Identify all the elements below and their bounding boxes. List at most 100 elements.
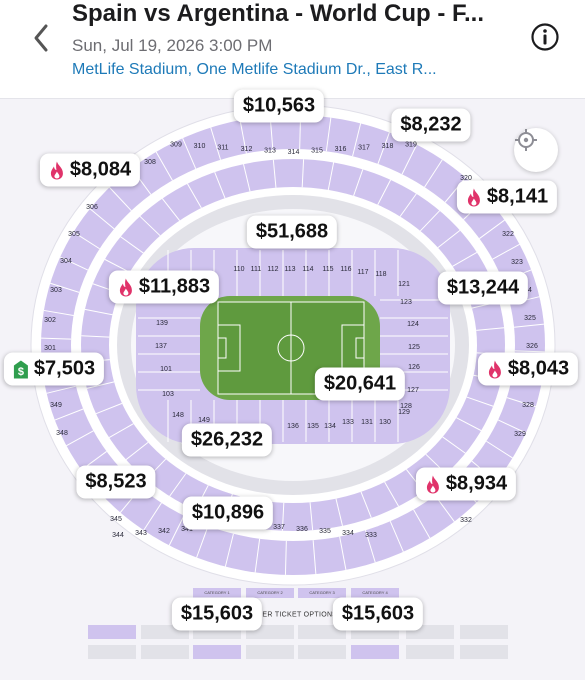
section-label[interactable]: 305 xyxy=(68,231,80,238)
section-label[interactable]: 317 xyxy=(358,144,370,151)
price-pin[interactable]: $15,603 xyxy=(332,597,424,631)
section-label[interactable]: 114 xyxy=(302,266,313,273)
back-button[interactable] xyxy=(26,20,56,56)
section-label[interactable]: 329 xyxy=(514,431,526,438)
section-label[interactable]: 334 xyxy=(342,530,354,537)
price-pin[interactable]: $13,244 xyxy=(437,271,529,305)
venue-link[interactable]: MetLife Stadium, One Metlife Stadium Dr.… xyxy=(72,61,522,79)
other-ticket-options-grid[interactable]: CATEGORY 1 CATEGORY 2 CATEGORY 3 CATEGORY 4 xyxy=(88,588,508,659)
section-label[interactable]: 348 xyxy=(56,430,68,437)
section-label[interactable]: 124 xyxy=(407,321,419,328)
section-label[interactable]: 310 xyxy=(194,143,206,150)
section-label[interactable]: 318 xyxy=(382,143,394,150)
section-label[interactable]: 308 xyxy=(144,159,156,166)
section-label[interactable]: 302 xyxy=(44,317,56,324)
fire-icon xyxy=(466,187,482,207)
section-label[interactable]: 101 xyxy=(160,366,172,373)
ticket-option-cell[interactable] xyxy=(406,645,454,659)
section-label[interactable]: 301 xyxy=(44,345,56,352)
section-label[interactable]: 118 xyxy=(375,271,386,278)
price-pin[interactable]: $20,641 xyxy=(314,367,406,401)
section-label[interactable]: 139 xyxy=(156,320,168,327)
section-label[interactable]: 113 xyxy=(284,266,295,273)
price-text: $15,603 xyxy=(180,602,254,625)
section-label[interactable]: 337 xyxy=(273,524,285,531)
section-label[interactable]: 322 xyxy=(502,231,514,238)
ticket-option-cell[interactable] xyxy=(460,625,508,639)
price-pin[interactable]: $8,232 xyxy=(391,108,471,142)
section-label[interactable]: 345 xyxy=(110,516,122,523)
section-label[interactable]: 319 xyxy=(405,141,417,148)
section-label[interactable]: 306 xyxy=(86,204,98,211)
section-label[interactable]: 332 xyxy=(460,517,472,524)
section-label[interactable]: 326 xyxy=(526,343,538,350)
price-pin[interactable]: $8,523 xyxy=(76,465,156,499)
section-label[interactable]: 336 xyxy=(296,526,308,533)
section-label[interactable]: 328 xyxy=(522,402,534,409)
section-label[interactable]: 103 xyxy=(162,391,174,398)
ticket-option-cell[interactable] xyxy=(88,645,136,659)
price-text: $8,934 xyxy=(445,472,508,495)
price-pin-hot[interactable]: $8,043 xyxy=(477,352,579,386)
section-label[interactable]: 121 xyxy=(398,281,410,288)
section-label[interactable]: 148 xyxy=(172,412,184,419)
section-label[interactable]: 129 xyxy=(398,409,410,416)
info-button[interactable] xyxy=(530,22,560,52)
section-label[interactable]: 349 xyxy=(50,402,62,409)
price-pin[interactable]: $10,896 xyxy=(182,496,274,530)
ticket-option-cell[interactable] xyxy=(298,645,346,659)
section-label[interactable]: 110 xyxy=(233,266,244,273)
price-pin[interactable]: $51,688 xyxy=(246,215,338,249)
section-label[interactable]: 130 xyxy=(379,419,391,426)
ticket-option-cell[interactable] xyxy=(246,645,294,659)
price-pin[interactable]: $26,232 xyxy=(181,423,273,457)
price-pin-deal[interactable]: $ $7,503 xyxy=(3,352,105,386)
price-pin-hot[interactable]: $8,934 xyxy=(415,467,517,501)
section-label[interactable]: 116 xyxy=(340,266,351,273)
section-label[interactable]: 133 xyxy=(342,419,354,426)
section-label[interactable]: 304 xyxy=(60,258,72,265)
section-label[interactable]: 111 xyxy=(251,266,262,273)
price-pin[interactable]: $15,603 xyxy=(171,597,263,631)
section-label[interactable]: 333 xyxy=(365,532,377,539)
section-label[interactable]: 343 xyxy=(135,530,147,537)
section-label[interactable]: 303 xyxy=(50,287,62,294)
ticket-option-cell[interactable] xyxy=(88,625,136,639)
ticket-option-cell[interactable] xyxy=(351,645,399,659)
price-pin-hot[interactable]: $8,141 xyxy=(456,180,558,214)
price-pin[interactable]: $10,563 xyxy=(233,89,325,123)
section-label[interactable]: 314 xyxy=(288,149,300,156)
section-label[interactable]: 309 xyxy=(170,141,182,148)
section-label[interactable]: 342 xyxy=(158,528,170,535)
section-label[interactable]: 344 xyxy=(112,532,124,539)
dollar-tag-icon: $ xyxy=(13,359,29,379)
price-pin-hot[interactable]: $8,084 xyxy=(39,153,141,187)
section-label[interactable]: 316 xyxy=(335,146,347,153)
section-label[interactable]: 123 xyxy=(400,299,412,306)
ticket-option-cell[interactable] xyxy=(141,645,189,659)
section-label[interactable]: 115 xyxy=(322,266,333,273)
price-text: $13,244 xyxy=(446,276,520,299)
section-label[interactable]: 131 xyxy=(361,419,373,426)
section-label[interactable]: 117 xyxy=(357,269,368,276)
section-label[interactable]: 335 xyxy=(319,528,331,535)
section-label[interactable]: 311 xyxy=(217,144,228,151)
ticket-option-cell[interactable] xyxy=(193,645,241,659)
section-label[interactable]: 126 xyxy=(408,364,420,371)
section-label[interactable]: 125 xyxy=(408,344,420,351)
section-label[interactable]: 112 xyxy=(267,266,278,273)
section-label[interactable]: 136 xyxy=(287,423,299,430)
event-title: Spain vs Argentina - World Cup - F... xyxy=(72,0,485,27)
section-label[interactable]: 325 xyxy=(524,315,536,322)
ticket-option-cell[interactable] xyxy=(460,645,508,659)
section-label[interactable]: 135 xyxy=(307,423,319,430)
price-pin-hot[interactable]: $11,883 xyxy=(108,270,220,304)
section-label[interactable]: 137 xyxy=(155,343,167,350)
locate-button[interactable] xyxy=(514,128,558,172)
section-label[interactable]: 312 xyxy=(241,146,253,153)
section-label[interactable]: 315 xyxy=(311,147,323,154)
section-label[interactable]: 134 xyxy=(324,423,336,430)
section-label[interactable]: 127 xyxy=(407,387,419,394)
section-label[interactable]: 313 xyxy=(264,147,276,154)
section-label[interactable]: 323 xyxy=(511,259,523,266)
